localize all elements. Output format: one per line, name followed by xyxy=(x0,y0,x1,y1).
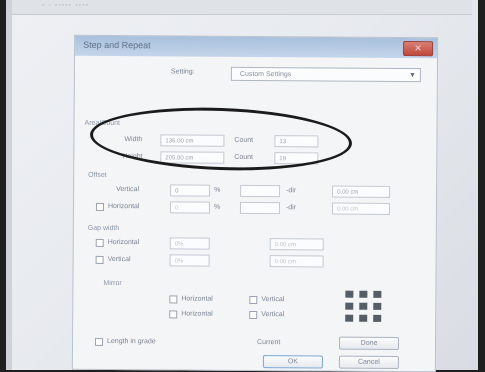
vertical-label: Vertical xyxy=(116,186,140,194)
horizontal-percent: % xyxy=(213,203,221,211)
chevron-down-icon: ▼ xyxy=(408,72,416,80)
title-bar[interactable]: Step and Repeat ✕ xyxy=(75,35,438,59)
ok-button[interactable]: OK xyxy=(262,355,323,369)
close-button[interactable]: ✕ xyxy=(403,41,434,57)
mirror-h2-checkbox[interactable] xyxy=(169,310,178,319)
cancel-button[interactable]: Cancel xyxy=(338,355,399,370)
taskbar-text: ▪ ▫ ▪▪▪▪▪ ▪▪▪▪ xyxy=(42,2,90,9)
dialog-title: Step and Repeat xyxy=(83,39,151,51)
horizontal-result-field: 0.00 cm xyxy=(331,202,391,215)
gap-section-label: Gap width xyxy=(87,224,120,233)
vertical-percent: % xyxy=(214,186,221,194)
gap-vertical-label: Vertical xyxy=(107,255,131,264)
vertical-dir-field[interactable] xyxy=(240,184,281,198)
mirror-preview-icon xyxy=(345,290,385,323)
gap-vertical-result: 0.00 cm xyxy=(269,255,324,268)
offset-section-label: Offset xyxy=(88,171,107,179)
gap-vertical-field[interactable]: 0% xyxy=(169,254,210,267)
horizontal-offset-checkbox[interactable] xyxy=(95,202,105,211)
step-repeat-dialog: Step and Repeat ✕ Setting: Custom Settin… xyxy=(71,34,439,372)
gap-vertical-checkbox[interactable] xyxy=(95,255,104,264)
horizontal-dir-label: -dir xyxy=(285,204,297,212)
mirror-h1-label: Horizontal xyxy=(181,295,213,303)
current-label: Current xyxy=(257,339,281,347)
gap-horizontal-field[interactable]: 0% xyxy=(169,237,210,250)
vertical-dir-label: -dir xyxy=(286,187,297,195)
close-icon: ✕ xyxy=(414,43,422,54)
mirror-v2-checkbox[interactable] xyxy=(249,310,258,320)
length-label: Length in grade xyxy=(107,337,156,346)
mirror-h1-checkbox[interactable] xyxy=(169,295,178,304)
length-checkbox[interactable] xyxy=(95,337,104,346)
setting-label: Setting: xyxy=(170,68,195,76)
gap-horizontal-result: 0.00 cm xyxy=(269,238,324,251)
photo-frame: { "dialog": { "title": "Step and Repeat"… xyxy=(0,0,485,372)
mirror-v1-checkbox[interactable] xyxy=(249,295,258,305)
mirror-section-label: Mirror xyxy=(103,279,122,288)
taskbar-strip: ▪ ▫ ▪▪▪▪▪ ▪▪▪▪ xyxy=(12,0,472,15)
gap-horizontal-checkbox[interactable] xyxy=(95,238,104,247)
done-button[interactable]: Done xyxy=(338,336,400,351)
vertical-offset-field[interactable]: 0 xyxy=(170,184,211,197)
vertical-result-field: 0.00 cm xyxy=(332,185,391,198)
horizontal-offset-field[interactable]: 0 xyxy=(169,201,211,214)
gap-horizontal-label: Horizontal xyxy=(107,238,140,247)
setting-select[interactable]: Custom Settings ▼ xyxy=(230,66,421,83)
mirror-v2-label: Vertical xyxy=(261,311,285,319)
mirror-v1-label: Vertical xyxy=(261,296,285,304)
setting-select-value: Custom Settings xyxy=(239,70,292,79)
horizontal-dir-field[interactable] xyxy=(239,201,281,215)
mirror-h2-label: Horizontal xyxy=(181,310,213,318)
horizontal-label: Horizontal xyxy=(107,202,140,211)
